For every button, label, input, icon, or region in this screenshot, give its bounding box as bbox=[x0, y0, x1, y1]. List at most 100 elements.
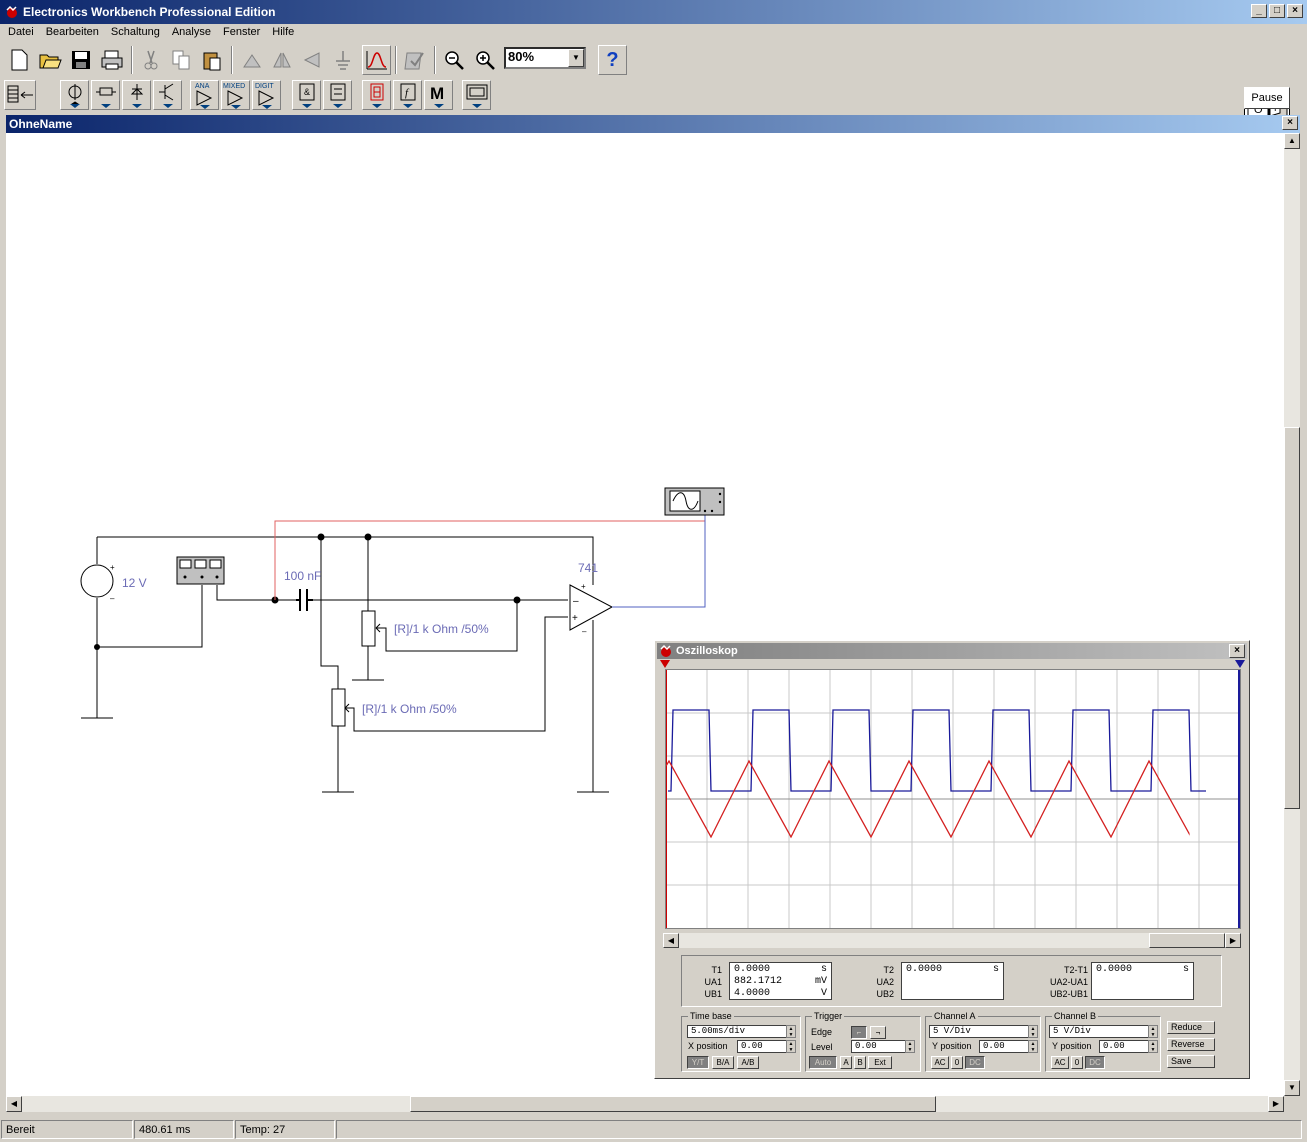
reduce-button[interactable]: Reduce bbox=[1167, 1021, 1215, 1034]
reverse-button[interactable]: Reverse bbox=[1167, 1038, 1215, 1051]
mode-ba-button[interactable]: B/A bbox=[712, 1056, 734, 1069]
scroll-up-icon[interactable]: ▲ bbox=[1284, 133, 1300, 149]
digital-icon[interactable] bbox=[323, 80, 352, 110]
oscilloscope-time-scrollbar[interactable]: ◀ ▶ bbox=[663, 933, 1241, 948]
copy-icon[interactable] bbox=[166, 45, 195, 75]
basic-components-icon[interactable] bbox=[91, 80, 120, 110]
channel-a-zero-button[interactable]: 0 bbox=[951, 1056, 963, 1069]
menu-fenster[interactable]: Fenster bbox=[217, 24, 266, 42]
multimeter-instrument[interactable] bbox=[176, 556, 225, 585]
trigger-b-button[interactable]: B bbox=[854, 1056, 866, 1069]
document-close-button[interactable]: × bbox=[1282, 116, 1298, 130]
minimize-button[interactable]: _ bbox=[1251, 4, 1267, 18]
capacitor[interactable] bbox=[296, 589, 313, 611]
oscilloscope-close-button[interactable]: × bbox=[1229, 644, 1245, 658]
transistors-icon[interactable] bbox=[153, 80, 182, 110]
xpos-field[interactable]: 0.00 bbox=[737, 1040, 787, 1053]
channel-a-ypos-spin-icon[interactable]: ▲ ▼ bbox=[1028, 1040, 1038, 1053]
graph-icon[interactable] bbox=[362, 45, 391, 75]
channel-b-scale-field[interactable]: 5 V/Div bbox=[1049, 1025, 1149, 1038]
scroll-down-icon[interactable]: ▼ bbox=[1284, 1080, 1300, 1096]
falling-edge-icon[interactable]: ¬ bbox=[870, 1026, 886, 1039]
potentiometer-2[interactable] bbox=[331, 688, 354, 727]
timebase-field[interactable]: 5.00ms/div bbox=[687, 1025, 787, 1038]
menu-datei[interactable]: Datei bbox=[2, 24, 40, 42]
scope-scroll-thumb[interactable] bbox=[1149, 933, 1225, 948]
channel-a-scale-field[interactable]: 5 V/Div bbox=[929, 1025, 1029, 1038]
menu-analyse[interactable]: Analyse bbox=[166, 24, 217, 42]
oscilloscope-instrument[interactable] bbox=[664, 487, 725, 516]
scroll-right-icon[interactable]: ▶ bbox=[1268, 1096, 1284, 1112]
xpos-spin-icon[interactable]: ▲ ▼ bbox=[786, 1040, 796, 1053]
menu-hilfe[interactable]: Hilfe bbox=[266, 24, 300, 42]
opamp-741[interactable]: – + + – bbox=[569, 582, 614, 636]
channel-b-scale-spin-icon[interactable]: ▲ ▼ bbox=[1148, 1025, 1158, 1038]
zoom-out-icon[interactable] bbox=[439, 45, 468, 75]
horizontal-scrollbar[interactable]: ◀ ▶ bbox=[6, 1096, 1284, 1112]
indicators-icon[interactable] bbox=[362, 80, 391, 110]
dc-source[interactable] bbox=[80, 564, 114, 598]
zoom-in-icon[interactable] bbox=[470, 45, 499, 75]
mixed-label: MIXED bbox=[223, 83, 245, 90]
flip-vertical-icon[interactable] bbox=[297, 45, 326, 75]
channel-a-dc-button[interactable]: DC bbox=[965, 1056, 985, 1069]
menu-bearbeiten[interactable]: Bearbeiten bbox=[40, 24, 105, 42]
new-file-icon[interactable] bbox=[4, 45, 33, 75]
horizontal-scroll-thumb[interactable] bbox=[410, 1096, 936, 1112]
pause-button[interactable]: Pause bbox=[1244, 87, 1290, 109]
flip-horizontal-icon[interactable] bbox=[267, 45, 296, 75]
rising-edge-icon[interactable]: ⌐ bbox=[851, 1026, 867, 1039]
oscilloscope-window[interactable]: Oszilloskop × ◀ ▶ T1 UA1 UB1 0.0000 s 882… bbox=[654, 640, 1250, 1079]
scope-scroll-right-icon[interactable]: ▶ bbox=[1225, 933, 1241, 948]
rotate-icon[interactable] bbox=[236, 45, 265, 75]
potentiometer-1[interactable] bbox=[361, 610, 386, 647]
cursor-1-marker[interactable] bbox=[660, 660, 670, 669]
parts-bin-icon[interactable] bbox=[4, 80, 36, 110]
channel-b-ypos-spin-icon[interactable]: ▲ ▼ bbox=[1148, 1040, 1158, 1053]
component-properties-icon[interactable] bbox=[328, 45, 357, 75]
menu-schaltung[interactable]: Schaltung bbox=[105, 24, 166, 42]
print-icon[interactable] bbox=[97, 45, 126, 75]
channel-b-ac-button[interactable]: AC bbox=[1051, 1056, 1069, 1069]
save-disk-icon[interactable] bbox=[66, 45, 95, 75]
mode-ab-button[interactable]: A/B bbox=[737, 1056, 759, 1069]
maximize-button[interactable]: □ bbox=[1269, 4, 1285, 18]
channel-b-dc-button[interactable]: DC bbox=[1085, 1056, 1105, 1069]
trigger-ext-button[interactable]: Ext bbox=[868, 1056, 892, 1069]
trigger-auto-button[interactable]: Auto bbox=[809, 1056, 837, 1069]
misc-icon[interactable]: M bbox=[424, 80, 453, 110]
chevron-down-icon[interactable]: ▼ bbox=[568, 49, 584, 67]
channel-a-ac-button[interactable]: AC bbox=[931, 1056, 949, 1069]
timebase-spin-icon[interactable]: ▲ ▼ bbox=[786, 1025, 796, 1038]
diodes-icon[interactable] bbox=[122, 80, 151, 110]
vertical-scrollbar[interactable]: ▲ ▼ bbox=[1284, 133, 1300, 1096]
help-button[interactable]: ? bbox=[598, 45, 627, 75]
oscilloscope-screen[interactable] bbox=[665, 669, 1241, 929]
sources-icon[interactable] bbox=[60, 80, 89, 110]
channel-a-scale-spin-icon[interactable]: ▲ ▼ bbox=[1028, 1025, 1038, 1038]
instruments-icon[interactable] bbox=[462, 80, 491, 110]
analog-ics-icon[interactable]: ANA bbox=[190, 80, 219, 110]
mixed-ics-icon[interactable]: MIXED bbox=[221, 80, 250, 110]
channel-b-ypos-field[interactable]: 0.00 bbox=[1099, 1040, 1149, 1053]
controls-icon[interactable]: f bbox=[393, 80, 422, 110]
scroll-left-icon[interactable]: ◀ bbox=[6, 1096, 22, 1112]
mode-yt-button[interactable]: Y/T bbox=[687, 1056, 709, 1069]
cursor-2-marker[interactable] bbox=[1235, 660, 1245, 669]
trigger-a-button[interactable]: A bbox=[840, 1056, 852, 1069]
open-folder-icon[interactable] bbox=[35, 45, 64, 75]
scope-scroll-left-icon[interactable]: ◀ bbox=[663, 933, 679, 948]
describe-icon[interactable] bbox=[400, 45, 429, 75]
paste-icon[interactable] bbox=[197, 45, 226, 75]
logic-gates-icon[interactable]: & bbox=[292, 80, 321, 110]
level-spin-icon[interactable]: ▲ ▼ bbox=[905, 1040, 915, 1053]
zoom-select[interactable]: 80% ▼ bbox=[504, 47, 586, 69]
digital-ics-icon[interactable]: DIGIT bbox=[252, 80, 281, 110]
close-button[interactable]: × bbox=[1287, 4, 1303, 18]
cut-icon[interactable] bbox=[136, 45, 165, 75]
channel-a-ypos-field[interactable]: 0.00 bbox=[979, 1040, 1029, 1053]
level-field[interactable]: 0.00 bbox=[851, 1040, 906, 1053]
channel-b-zero-button[interactable]: 0 bbox=[1071, 1056, 1083, 1069]
save-button[interactable]: Save bbox=[1167, 1055, 1215, 1068]
vertical-scroll-thumb[interactable] bbox=[1284, 427, 1300, 809]
